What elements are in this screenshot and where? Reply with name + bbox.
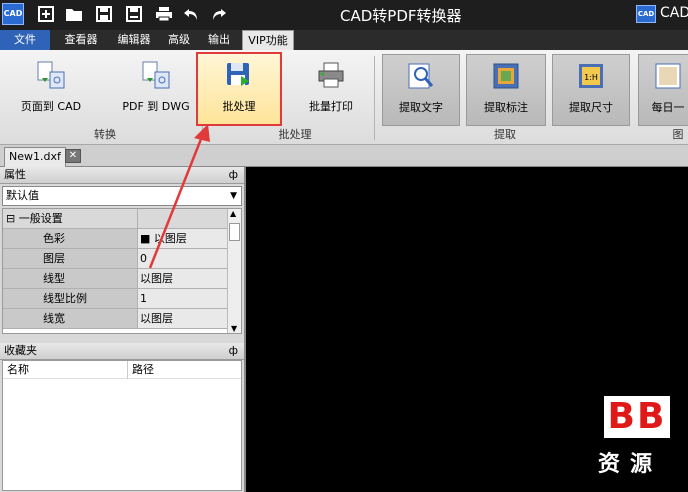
extract-annotation-button[interactable]: 提取标注 xyxy=(466,54,546,126)
open-folder-icon[interactable] xyxy=(64,4,84,24)
tab-file[interactable]: 文件 xyxy=(0,30,50,50)
tab-vip[interactable]: VIP功能 xyxy=(242,30,294,50)
property-key: 线宽 xyxy=(3,309,137,329)
property-key: 色彩 xyxy=(3,229,137,249)
batch-process-label: 批处理 xyxy=(222,100,256,113)
favorites-header: 收藏夹 ф xyxy=(0,343,244,360)
category-row[interactable]: ⊟ 一般设置 xyxy=(3,209,229,229)
extract-size-label: 提取尺寸 xyxy=(569,101,613,114)
svg-text:1:H: 1:H xyxy=(584,73,598,82)
property-value: 以图层 xyxy=(137,309,229,329)
tab-output[interactable]: 输出 xyxy=(200,30,238,50)
ribbon: 页面到 CAD PDF 到 DWG 批处理 批量打印 提取文字 提取标注 1:H… xyxy=(0,50,688,145)
daily-icon xyxy=(655,63,681,89)
extract-annotation-label: 提取标注 xyxy=(484,101,528,114)
page-to-cad-icon xyxy=(37,61,65,89)
column-header-path[interactable]: 路径 xyxy=(127,361,154,379)
watermark-logo: BB 资源 xyxy=(590,392,688,492)
extract-size-button[interactable]: 1:H 提取尺寸 xyxy=(552,54,630,126)
print-icon[interactable] xyxy=(154,4,174,24)
property-row-color[interactable]: 色彩 ■ 以图层 xyxy=(3,229,229,249)
batch-floppy-icon xyxy=(227,63,249,86)
properties-header: 属性 ф xyxy=(0,167,244,184)
pdf-to-dwg-icon xyxy=(142,61,170,89)
new-file-icon[interactable] xyxy=(36,4,56,24)
property-value: 0 xyxy=(137,249,229,269)
tab-viewer[interactable]: 查看器 xyxy=(56,30,106,50)
close-tab-icon[interactable]: ✕ xyxy=(65,149,81,163)
save-as-icon[interactable] xyxy=(124,4,144,24)
redo-icon[interactable] xyxy=(208,4,228,24)
pin-icon[interactable]: ф xyxy=(229,343,238,359)
undo-icon[interactable] xyxy=(182,4,202,24)
group-label-batch: 批处理 xyxy=(278,128,312,141)
favorites-table: 名称 路径 xyxy=(2,360,242,491)
group-label-cut: 图 xyxy=(672,128,684,141)
batch-print-label: 批量打印 xyxy=(309,100,353,113)
property-key: 图层 xyxy=(3,249,137,269)
batch-print-button[interactable]: 批量打印 xyxy=(294,54,368,126)
properties-title: 属性 xyxy=(4,168,26,181)
menu-bar: 文件 查看器 编辑器 高级 输出 VIP功能 xyxy=(0,30,688,50)
property-value: 以图层 xyxy=(137,269,229,289)
daily-button[interactable]: 每日一 xyxy=(638,54,688,126)
page-to-cad-button[interactable]: 页面到 CAD xyxy=(8,54,94,126)
property-key: 线型比例 xyxy=(3,289,137,309)
category-label: ⊟ 一般设置 xyxy=(3,209,137,229)
property-value: ■ 以图层 xyxy=(137,229,229,249)
extract-text-icon xyxy=(408,63,434,89)
page-to-cad-label: 页面到 CAD xyxy=(20,100,82,113)
batch-print-icon xyxy=(318,62,344,88)
extract-text-button[interactable]: 提取文字 xyxy=(382,54,460,126)
batch-process-button[interactable]: 批处理 xyxy=(196,52,282,126)
chevron-down-icon: ▼ xyxy=(230,191,237,201)
save-icon[interactable] xyxy=(94,4,114,24)
property-key: 线型 xyxy=(3,269,137,289)
scroll-up-icon[interactable]: ▲ xyxy=(230,209,236,218)
title-bar: CAD CAD转PDF转换器 CAD CAD xyxy=(0,0,688,30)
scroll-down-icon[interactable]: ▼ xyxy=(231,324,237,333)
favorites-title: 收藏夹 xyxy=(4,344,37,357)
favorites-panel: 收藏夹 ф 名称 路径 xyxy=(0,343,244,492)
scroll-thumb[interactable] xyxy=(229,223,240,241)
tab-editor[interactable]: 编辑器 xyxy=(110,30,158,50)
property-value: 1 xyxy=(137,289,229,309)
document-tab[interactable]: New1.dxf xyxy=(4,147,66,167)
properties-scrollbar[interactable]: ▲ ▼ xyxy=(227,209,241,333)
window-title: CAD转PDF转换器 xyxy=(340,7,462,25)
pin-icon[interactable]: ф xyxy=(229,167,238,183)
property-grid: ⊟ 一般设置 色彩 ■ 以图层 图层 0 线型 以图层 线型比例 1 线宽 以图… xyxy=(2,208,242,334)
app-icon: CAD xyxy=(2,3,24,25)
column-header-name[interactable]: 名称 xyxy=(7,361,29,379)
tab-advanced[interactable]: 高级 xyxy=(162,30,196,50)
property-row-layer[interactable]: 图层 0 xyxy=(3,249,229,269)
extract-size-icon: 1:H xyxy=(579,64,603,88)
watermark-bb: BB xyxy=(604,396,670,438)
dropdown-value: 默认值 xyxy=(6,189,39,202)
second-window-title: CAD xyxy=(660,5,688,21)
second-app-icon: CAD xyxy=(636,5,656,23)
properties-dropdown[interactable]: 默认值 ▼ xyxy=(2,186,242,206)
watermark-zy: 资源 xyxy=(598,452,663,477)
document-tab-strip: New1.dxf ✕ xyxy=(0,145,688,167)
pdf-to-dwg-label: PDF 到 DWG xyxy=(122,100,190,113)
ribbon-separator xyxy=(374,56,375,140)
property-row-lineweight[interactable]: 线宽 以图层 xyxy=(3,309,229,329)
extract-annotation-icon xyxy=(493,63,519,89)
left-panel: 属性 ф 默认值 ▼ ⊟ 一般设置 色彩 ■ 以图层 图层 0 线型 以图层 线… xyxy=(0,167,246,492)
daily-label: 每日一 xyxy=(651,101,685,114)
group-label-convert: 转换 xyxy=(94,128,116,141)
group-label-extract: 提取 xyxy=(494,128,516,141)
favorites-table-header: 名称 路径 xyxy=(3,361,241,379)
pdf-to-dwg-button[interactable]: PDF 到 DWG xyxy=(114,54,198,126)
property-row-linetype-scale[interactable]: 线型比例 1 xyxy=(3,289,229,309)
extract-text-label: 提取文字 xyxy=(399,101,443,114)
property-row-linetype[interactable]: 线型 以图层 xyxy=(3,269,229,289)
